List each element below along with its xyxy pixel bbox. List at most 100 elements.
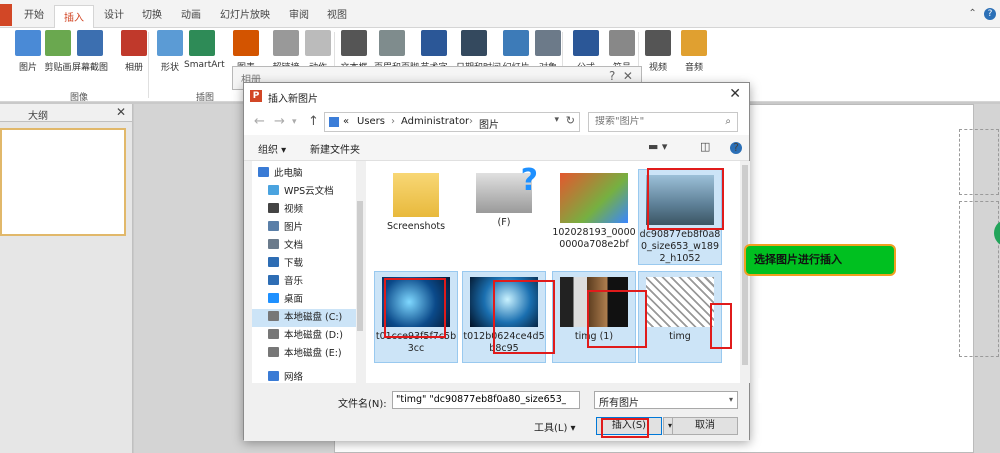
insert-picture-dialog: P 插入新图片 ✕ ← → ▾ ↑ « Users › Administrato… — [243, 82, 750, 441]
drive-icon: ? — [476, 163, 538, 213]
ribbon-button[interactable]: 剪贴画 — [40, 30, 76, 73]
ribbon-button[interactable]: 屏幕截图 — [72, 30, 108, 73]
folder-icon — [393, 173, 439, 217]
tools-button[interactable]: 工具(L) ▾ — [534, 419, 576, 434]
nav-item-label: 图片 — [284, 222, 304, 233]
nav-item[interactable]: 下载 — [252, 255, 356, 273]
powerpoint-icon: P — [250, 90, 262, 102]
search-icon: ⌕ — [725, 116, 731, 127]
nav-item[interactable]: WPS云文档 — [252, 183, 356, 201]
tab-home[interactable]: 开始 — [24, 6, 44, 21]
nav-item-icon — [268, 347, 279, 357]
file-name-input[interactable] — [396, 394, 566, 405]
file-name: 102028193_00000000a708e2bf — [552, 227, 636, 250]
path-segment-pictures[interactable]: 图片 — [479, 116, 499, 131]
path-segment-users[interactable]: Users — [357, 116, 385, 127]
nav-item-icon — [268, 329, 279, 339]
file-name: (F) — [497, 217, 511, 228]
ribbon-button-icon — [45, 30, 71, 56]
view-options-icon[interactable]: ▬ ▾ — [648, 140, 667, 153]
preview-pane-icon[interactable]: ◫ — [700, 140, 710, 153]
nav-item[interactable]: 音乐 — [252, 273, 356, 291]
ribbon-button-icon — [121, 30, 147, 56]
nav-item-icon — [268, 203, 279, 213]
panel-tabs: 大纲 ✕ — [0, 104, 132, 122]
nav-item-icon — [268, 371, 279, 381]
ribbon-button[interactable]: 视频 — [640, 30, 676, 73]
annotation-box — [647, 168, 724, 230]
instruction-callout: 选择图片进行插入 — [744, 244, 896, 276]
baidu-watermark-logo: Baidu经验 — [756, 370, 936, 411]
organize-button[interactable]: 组织 ▾ — [258, 141, 286, 156]
up-arrow-icon[interactable]: ↑ — [308, 114, 319, 129]
nav-item[interactable]: 文档 — [252, 237, 356, 255]
search-input[interactable] — [595, 116, 715, 127]
placeholder[interactable] — [959, 201, 999, 357]
tab-design[interactable]: 设计 — [104, 6, 124, 21]
slide-thumbnail[interactable] — [0, 128, 126, 236]
new-folder-button[interactable]: 新建文件夹 — [310, 141, 360, 156]
tab-transitions[interactable]: 切换 — [142, 6, 162, 21]
ribbon-button[interactable]: 相册 — [116, 30, 152, 73]
collapse-ribbon-icon[interactable]: ⌃ — [968, 8, 976, 19]
cancel-button[interactable]: 取消 — [672, 417, 738, 435]
ribbon-button-icon — [681, 30, 707, 56]
nav-item[interactable]: 本地磁盘 (E:) — [252, 345, 356, 363]
dialog-toolbar: 组织 ▾ 新建文件夹 ▬ ▾ ◫ ? — [244, 135, 749, 161]
nav-item-label: 网络 — [284, 372, 304, 383]
ribbon-button-icon — [341, 30, 367, 56]
nav-item[interactable]: 本地磁盘 (C:) — [252, 309, 356, 327]
annotation-box — [710, 303, 732, 349]
nav-item[interactable]: 视频 — [252, 201, 356, 219]
forward-arrow-icon[interactable]: → — [274, 114, 285, 129]
file-item[interactable]: ? (F) — [462, 163, 546, 265]
help-icon[interactable]: ? — [730, 142, 742, 154]
ribbon-button[interactable]: 形状 — [152, 30, 188, 73]
baidu-watermark-url: jingyan.baidu.com — [792, 410, 897, 425]
address-bar: ← → ▾ ↑ « Users › Administrator › 图片 ▾ ↻… — [244, 109, 749, 135]
tab-animations[interactable]: 动画 — [181, 6, 201, 21]
nav-scrollbar[interactable] — [356, 161, 364, 383]
ribbon-button-label: 剪贴画 — [44, 63, 72, 73]
search-box[interactable]: ⌕ — [588, 112, 738, 132]
tab-review[interactable]: 审阅 — [289, 6, 309, 21]
path-box[interactable]: « Users › Administrator › 图片 ▾ ↻ — [324, 112, 580, 132]
file-item[interactable]: Screenshots — [374, 169, 458, 265]
ribbon-button-label: 相册 — [124, 63, 143, 73]
image-thumbnail — [560, 173, 628, 223]
path-dropdown-icon[interactable]: ▾ — [554, 115, 559, 125]
ribbon-button-icon — [503, 30, 529, 56]
album-dialog-controls[interactable]: ? ✕ — [609, 69, 633, 83]
nav-item-label: 视频 — [284, 204, 304, 215]
close-icon[interactable]: ✕ — [729, 86, 741, 102]
ribbon-button-icon — [421, 30, 447, 56]
file-menu-button[interactable] — [0, 4, 12, 26]
tab-view[interactable]: 视图 — [327, 6, 347, 21]
help-icon[interactable]: ? — [984, 8, 996, 20]
tab-slideshow[interactable]: 幻灯片放映 — [220, 6, 270, 21]
refresh-icon[interactable]: ↻ — [566, 114, 575, 127]
ribbon-button-icon — [645, 30, 671, 56]
nav-item[interactable]: 本地磁盘 (D:) — [252, 327, 356, 345]
navigation-pane: 网络 本地磁盘 (E:) 本地磁盘 (D:) 本地磁盘 (C:) 桌面 音乐 下载 文档 图片 视… — [252, 161, 364, 383]
file-item[interactable]: 102028193_00000000a708e2bf — [552, 169, 636, 265]
back-arrow-icon[interactable]: ← — [254, 114, 265, 129]
nav-item[interactable]: 图片 — [252, 219, 356, 237]
placeholder[interactable] — [959, 129, 999, 195]
file-type-value: 所有图片 — [599, 398, 639, 409]
nav-item[interactable]: 桌面 — [252, 291, 356, 309]
tab-outline[interactable]: 大纲 — [28, 107, 48, 122]
path-segment-admin[interactable]: Administrator — [401, 116, 469, 127]
nav-item-icon — [268, 257, 279, 267]
close-icon[interactable]: ✕ — [116, 105, 126, 119]
nav-item-label: 音乐 — [284, 276, 304, 287]
recent-dropdown-icon[interactable]: ▾ — [292, 117, 297, 127]
file-name-box[interactable] — [392, 391, 580, 409]
tab-insert[interactable]: 插入 — [54, 5, 94, 29]
file-type-select[interactable]: 所有图片 ▾ — [594, 391, 738, 409]
dialog-titlebar: P 插入新图片 ✕ — [244, 83, 749, 109]
path-segment[interactable]: « — [343, 116, 349, 127]
ribbon-button[interactable]: SmartArt — [184, 30, 225, 70]
ribbon-button[interactable]: 音频 — [676, 30, 712, 73]
nav-item[interactable]: 此电脑 — [252, 165, 356, 183]
